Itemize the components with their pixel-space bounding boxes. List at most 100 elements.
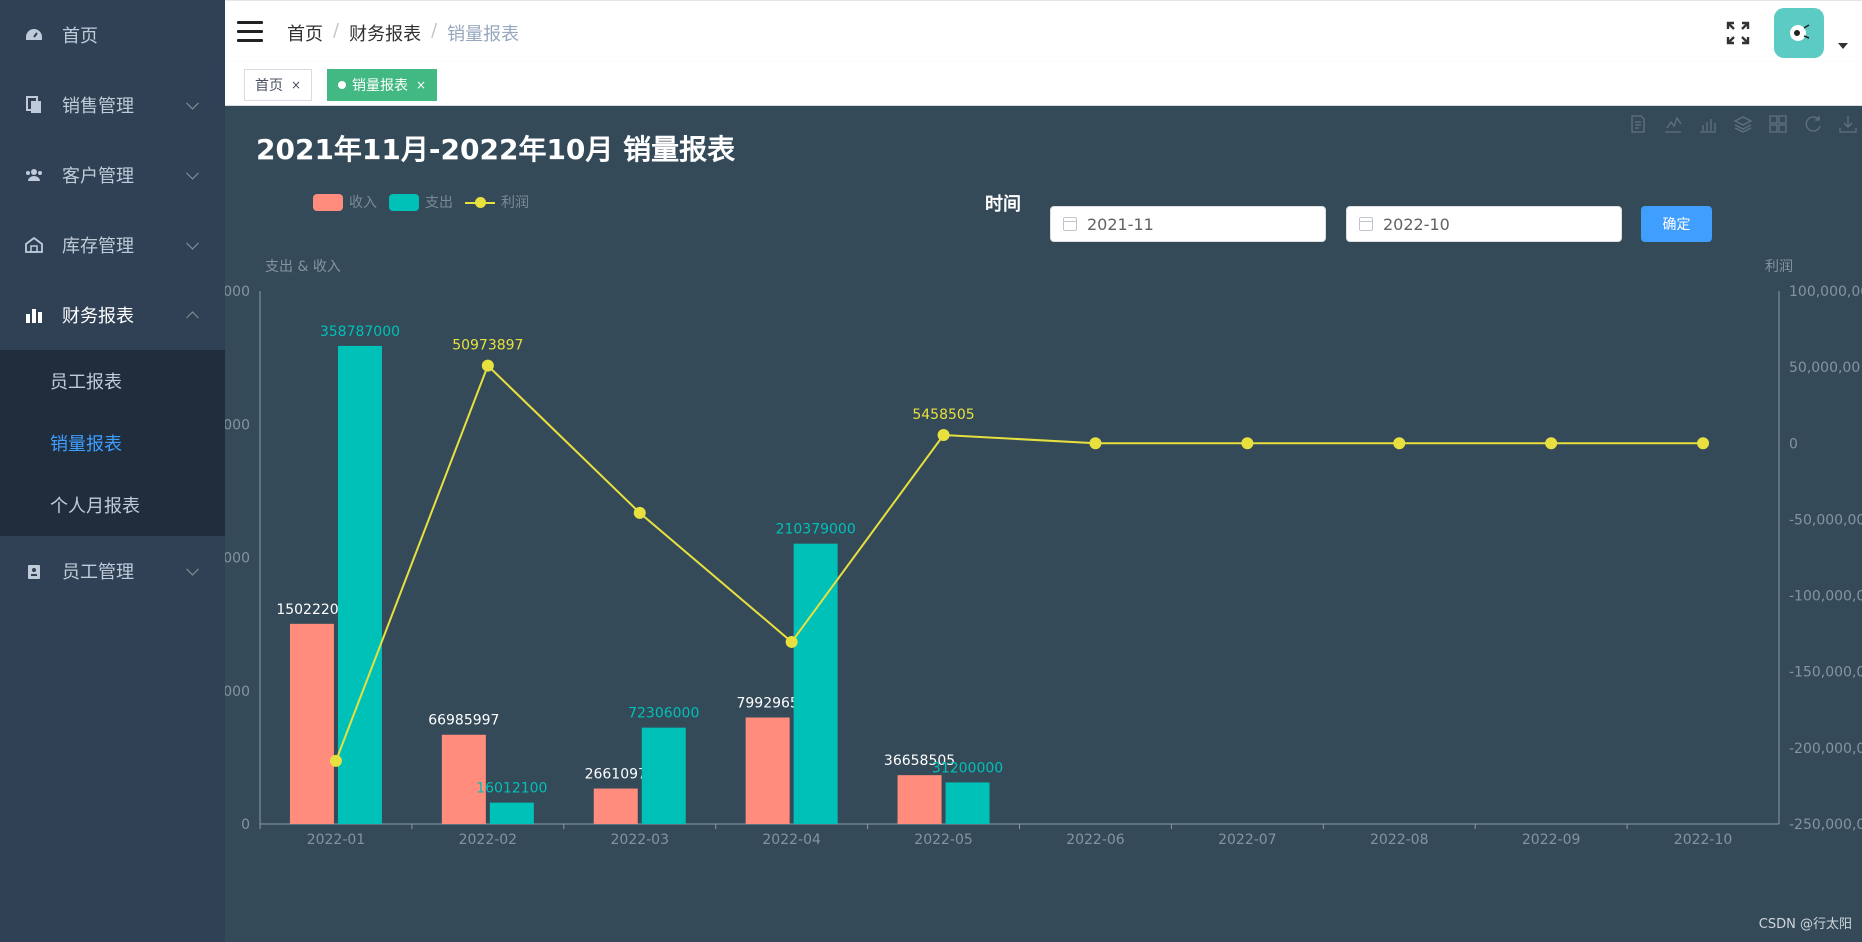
left-tick-label: 00,000,000 xyxy=(225,551,250,567)
sidebar-item-label: 财务报表 xyxy=(62,306,134,327)
breadcrumb-separator: / xyxy=(431,20,438,41)
sidebar-item-employees[interactable]: 员工管理 xyxy=(0,536,225,606)
x-tick-label: 2022-09 xyxy=(1522,832,1581,848)
sidebar-item-inventory[interactable]: 库存管理 xyxy=(0,210,225,280)
sidebar-subitem-personal-monthly-report[interactable]: 个人月报表 xyxy=(0,474,225,536)
close-icon[interactable]: × xyxy=(416,78,426,92)
legend-label: 支出 xyxy=(425,195,453,211)
id-badge-icon xyxy=(24,561,44,581)
expense-bar xyxy=(489,802,534,824)
chart-toolbox xyxy=(1617,114,1862,138)
profit-line xyxy=(335,363,1704,762)
income-bar-label: 7992965 xyxy=(736,695,798,711)
legend-swatch xyxy=(389,193,419,211)
left-axis-name: 支出 & 收入 xyxy=(265,259,341,275)
finance-submenu: 员工报表 销量报表 个人月报表 xyxy=(0,350,225,536)
download-icon[interactable] xyxy=(1838,114,1862,138)
expense-bar-label: 210379000 xyxy=(776,522,856,538)
x-tick-label: 2022-08 xyxy=(1370,832,1429,848)
legend-label: 收入 xyxy=(349,195,377,211)
sidebar-item-finance[interactable]: 财务报表 xyxy=(0,280,225,350)
profit-point xyxy=(785,635,798,648)
line-chart-icon[interactable] xyxy=(1663,114,1687,138)
bar-chart-switch-icon[interactable] xyxy=(1698,114,1722,138)
hamburger-menu-icon[interactable] xyxy=(237,21,263,43)
legend-swatch xyxy=(313,193,343,211)
left-tick-label: 0 xyxy=(241,817,250,833)
x-tick-label: 2022-02 xyxy=(459,832,517,848)
income-bar xyxy=(897,775,942,824)
breadcrumb-parent[interactable]: 财务报表 xyxy=(349,20,421,46)
sidebar-subitem-sales-report[interactable]: 销量报表 xyxy=(0,412,225,474)
expense-bar xyxy=(641,727,686,824)
tags-view: 首页 × 销量报表 × xyxy=(225,62,1862,106)
chevron-down-icon xyxy=(186,96,199,110)
end-month-picker[interactable]: 2022-10 xyxy=(1346,206,1622,242)
users-icon xyxy=(24,165,44,185)
income-bar xyxy=(289,623,334,824)
chevron-down-icon xyxy=(186,236,199,250)
refresh-icon[interactable] xyxy=(1803,114,1827,138)
right-tick-label: 100,000,00 xyxy=(1789,284,1862,300)
breadcrumb-home[interactable]: 首页 xyxy=(287,20,323,46)
end-month-value: 2022-10 xyxy=(1383,214,1450,234)
sidebar-item-home[interactable]: 首页 xyxy=(0,0,225,70)
data-view-icon[interactable] xyxy=(1628,114,1652,138)
profit-point-label: 50973897 xyxy=(452,338,523,354)
profit-point xyxy=(1393,437,1406,450)
x-tick-label: 2022-01 xyxy=(307,832,366,848)
sidebar: 首页 销售管理 客户管理 库存管理 财务报表 员工报表 销量报表 个人月报表 员… xyxy=(0,0,225,942)
expense-bar-label: 16012100 xyxy=(476,781,547,797)
right-tick-label: 50,000,00 xyxy=(1789,360,1860,376)
page-title: 2021年11月-2022年10月 销量报表 xyxy=(256,133,736,166)
legend-item-profit[interactable]: 利润 xyxy=(465,192,529,212)
tag-home[interactable]: 首页 × xyxy=(244,69,313,101)
avatar[interactable] xyxy=(1774,8,1824,58)
tag-label: 首页 xyxy=(255,78,283,94)
legend-swatch xyxy=(465,194,495,211)
confirm-button[interactable]: 确定 xyxy=(1641,206,1712,242)
close-icon[interactable]: × xyxy=(291,78,301,92)
chevron-down-icon xyxy=(186,166,199,180)
legend-item-expense[interactable]: 支出 xyxy=(389,192,453,212)
stack-icon[interactable] xyxy=(1733,114,1757,138)
sidebar-subitem-employee-report[interactable]: 员工报表 xyxy=(0,350,225,412)
calendar-icon xyxy=(1359,217,1373,231)
tiled-icon[interactable] xyxy=(1768,114,1792,138)
bar-chart-icon xyxy=(24,305,44,325)
chevron-up-icon xyxy=(186,311,199,325)
sidebar-item-sales[interactable]: 销售管理 xyxy=(0,70,225,140)
income-bar-label: 66985997 xyxy=(428,713,499,729)
fullscreen-icon[interactable] xyxy=(1726,21,1750,45)
sidebar-item-label: 销售管理 xyxy=(62,96,134,117)
dashboard-icon xyxy=(24,25,44,45)
left-tick-label: 00,000,000 xyxy=(225,417,250,433)
tag-label: 销量报表 xyxy=(352,78,408,94)
tag-sales-report[interactable]: 销量报表 × xyxy=(327,69,438,101)
income-bar-label: 15022207 xyxy=(276,602,347,618)
expense-bar xyxy=(945,782,990,824)
legend-item-income[interactable]: 收入 xyxy=(313,192,377,212)
profit-point xyxy=(1241,437,1254,450)
breadcrumb-current: 销量报表 xyxy=(447,24,520,45)
sidebar-item-customers[interactable]: 客户管理 xyxy=(0,140,225,210)
profit-point xyxy=(1545,437,1558,450)
caret-down-icon[interactable] xyxy=(1838,43,1848,49)
chevron-down-icon xyxy=(186,562,199,576)
income-bar xyxy=(745,717,790,824)
profit-point xyxy=(481,359,494,372)
breadcrumb-separator: / xyxy=(333,20,340,41)
expense-bar-label: 72306000 xyxy=(628,706,699,722)
start-month-picker[interactable]: 2021-11 xyxy=(1050,206,1326,242)
income-bar xyxy=(441,734,486,824)
sidebar-item-label: 库存管理 xyxy=(62,236,134,257)
time-label: 时间 xyxy=(985,194,1021,215)
profit-point xyxy=(633,506,646,519)
right-tick-label: -50,000,00 xyxy=(1789,512,1862,528)
x-tick-label: 2022-07 xyxy=(1218,832,1277,848)
profit-point xyxy=(937,428,950,441)
navbar: 首页 / 财务报表 / 销量报表 xyxy=(225,0,1862,62)
profit-point-label: 5458505 xyxy=(912,407,974,423)
calendar-icon xyxy=(1063,217,1077,231)
income-bar-label: 2661097 xyxy=(585,767,647,783)
